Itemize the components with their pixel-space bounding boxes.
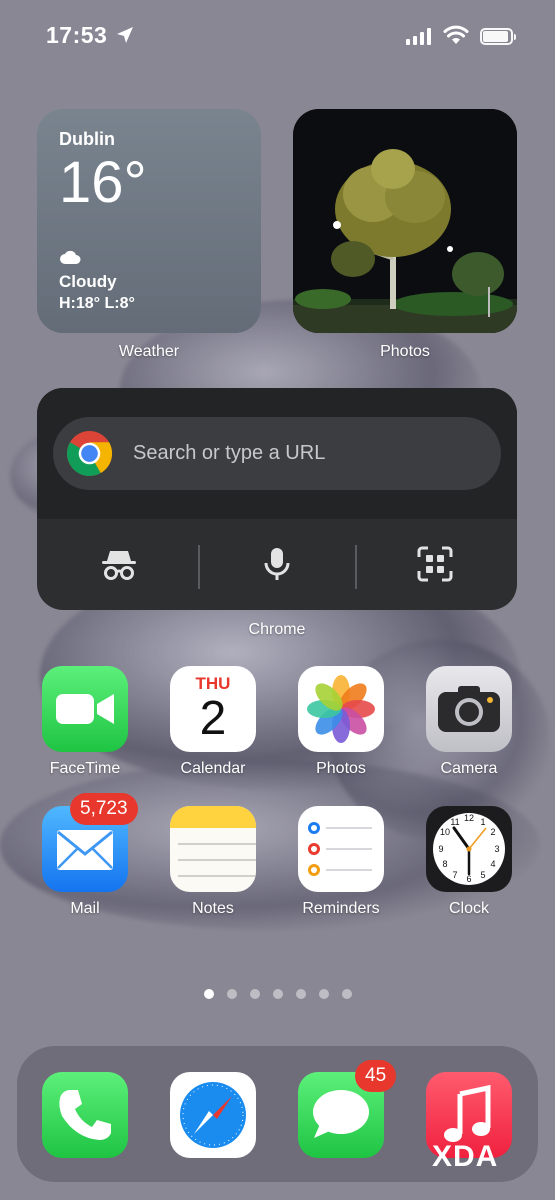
clock-label: Clock	[448, 900, 489, 917]
svg-text:12: 12	[464, 813, 474, 823]
chrome-divider	[355, 545, 357, 589]
calendar-label: Calendar	[180, 760, 246, 777]
mail-label: Mail	[70, 900, 100, 917]
incognito-icon	[102, 551, 136, 580]
page-dot[interactable]	[272, 989, 283, 999]
chrome-search-placeholder: Search or type a URL	[133, 442, 326, 464]
svg-text:9: 9	[438, 844, 443, 854]
page-dot[interactable]	[295, 989, 306, 999]
status-time: 17:53	[46, 22, 108, 48]
svg-text:5: 5	[480, 870, 485, 880]
svg-text:1: 1	[480, 817, 485, 827]
svg-text:7: 7	[452, 870, 457, 880]
notes-app[interactable]	[170, 806, 256, 892]
voice-search-button[interactable]	[254, 541, 300, 587]
photos-app[interactable]	[298, 666, 384, 752]
messages-badge: 45	[355, 1060, 397, 1092]
chrome-widget-label: Chrome	[248, 621, 306, 638]
svg-text:10: 10	[440, 827, 450, 837]
weather-city: Dublin	[59, 129, 115, 149]
reminders-icon	[308, 822, 372, 876]
notes-label: Notes	[192, 900, 234, 917]
cloud-icon	[60, 250, 81, 264]
svg-text:2: 2	[490, 827, 495, 837]
calendar-app[interactable]: THU 2	[170, 666, 256, 752]
xda-watermark: XDA	[432, 1140, 499, 1173]
weather-condition: Cloudy	[59, 272, 117, 291]
microphone-icon	[264, 548, 290, 580]
weather-temperature: 16°	[59, 150, 147, 215]
svg-text:3: 3	[494, 844, 499, 854]
svg-text:4: 4	[490, 859, 495, 869]
weather-high-low: H:18° L:8°	[59, 295, 135, 312]
location-arrow-icon	[117, 27, 133, 43]
reminders-app[interactable]	[298, 806, 384, 892]
facetime-label: FaceTime	[49, 760, 121, 777]
phone-app[interactable]	[42, 1072, 128, 1158]
incognito-button[interactable]	[96, 541, 142, 587]
phone-icon	[59, 1090, 111, 1140]
safari-app[interactable]	[170, 1072, 256, 1158]
camera-app[interactable]	[426, 666, 512, 752]
page-dot[interactable]	[341, 989, 352, 999]
battery-icon	[480, 28, 516, 45]
photos-widget-label: Photos	[380, 343, 430, 360]
photos-icon	[307, 675, 375, 743]
clock-app[interactable]: 12 1 2 345 678 9 10 11	[426, 806, 512, 892]
status-bar: 17:53	[0, 0, 555, 72]
page-indicator[interactable]	[0, 989, 555, 999]
qr-scan-icon	[417, 546, 453, 582]
photo-night-tree	[293, 109, 517, 333]
page-dot[interactable]	[249, 989, 260, 999]
weather-widget-label: Weather	[118, 343, 180, 360]
calendar-day-number: 2	[199, 692, 227, 745]
clock-icon: 12 12 345 678 91011	[433, 813, 505, 885]
chrome-search-bar[interactable]: Search or type a URL	[53, 417, 501, 490]
photos-label: Photos	[316, 760, 366, 777]
cellular-signal-icon	[406, 28, 431, 45]
page-dot[interactable]	[226, 989, 237, 999]
chrome-logo-icon	[66, 430, 113, 477]
svg-text:8: 8	[442, 859, 447, 869]
chrome-actions	[37, 519, 517, 610]
page-dot[interactable]	[203, 989, 214, 999]
photos-widget[interactable]	[293, 109, 517, 333]
qr-scan-button[interactable]	[412, 541, 458, 587]
chrome-widget: Search or type a URL	[37, 388, 517, 610]
svg-text:11: 11	[450, 817, 459, 827]
reminders-label: Reminders	[302, 900, 380, 917]
page-dot[interactable]	[318, 989, 329, 999]
facetime-icon	[56, 694, 114, 724]
camera-icon	[438, 686, 500, 732]
weather-widget[interactable]: Dublin 16° Cloudy H:18° L:8°	[37, 109, 261, 333]
notes-icon	[170, 806, 256, 877]
svg-text:6: 6	[466, 874, 471, 884]
wifi-icon	[443, 25, 469, 44]
chrome-divider	[198, 545, 200, 589]
mail-badge: 5,723	[70, 793, 138, 825]
safari-icon	[180, 1082, 246, 1148]
facetime-app[interactable]	[42, 666, 128, 752]
chrome-top-panel: Search or type a URL	[37, 388, 517, 519]
camera-label: Camera	[440, 760, 498, 777]
